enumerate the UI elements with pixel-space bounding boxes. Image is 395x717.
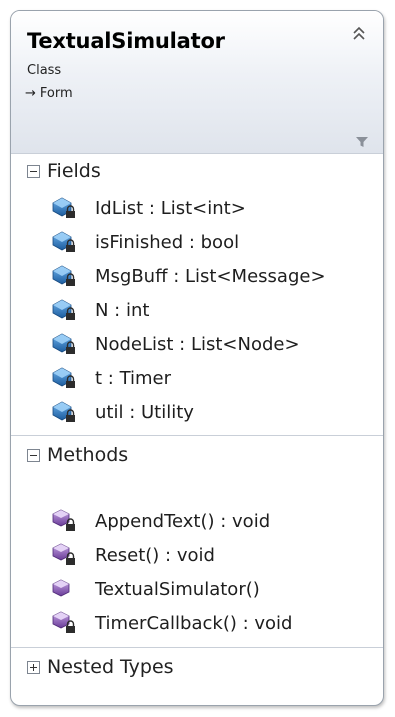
field-label: IdList : List<int> (95, 197, 246, 219)
field-item[interactable]: MsgBuff : List<Message> (51, 260, 326, 292)
field-item[interactable]: util : Utility (51, 396, 194, 428)
class-name: TextualSimulator (27, 29, 225, 53)
private-field-icon (51, 332, 77, 356)
field-item[interactable]: NodeList : List<Node> (51, 328, 300, 360)
nested-types-section-label: Nested Types (47, 656, 174, 678)
public-method-icon (51, 577, 77, 601)
private-method-icon (51, 611, 77, 635)
method-item[interactable]: AppendText() : void (51, 505, 270, 537)
base-type-name: Form (39, 86, 73, 101)
method-item[interactable]: Reset() : void (51, 539, 215, 571)
nested-types-section-header[interactable]: Nested Types (11, 649, 383, 685)
field-label: util : Utility (95, 401, 194, 423)
fields-section-header[interactable]: Fields (11, 153, 383, 189)
method-item[interactable]: TextualSimulator() (51, 573, 260, 605)
method-label: Reset() : void (95, 544, 215, 566)
field-item[interactable]: N : int (51, 294, 149, 326)
class-header[interactable]: TextualSimulator Class → Form (11, 11, 383, 154)
private-method-icon (51, 509, 77, 533)
double-chevron-up-icon[interactable] (351, 25, 367, 43)
field-label: t : Timer (95, 367, 172, 389)
field-label: isFinished : bool (95, 231, 240, 253)
field-label: N : int (95, 299, 150, 321)
field-item[interactable]: t : Timer (51, 362, 171, 394)
method-item[interactable]: TimerCallback() : void (51, 607, 292, 639)
private-field-icon (51, 298, 77, 322)
method-label: AppendText() : void (95, 510, 271, 532)
method-label: TextualSimulator() (95, 578, 260, 600)
private-field-icon (51, 264, 77, 288)
field-item[interactable]: IdList : List<int> (51, 192, 246, 224)
private-field-icon (51, 196, 77, 220)
field-label: MsgBuff : List<Message> (95, 265, 326, 287)
fields-section-label: Fields (47, 160, 101, 182)
field-label: NodeList : List<Node> (95, 333, 300, 355)
private-field-icon (51, 366, 77, 390)
methods-section-label: Methods (47, 444, 129, 466)
field-item[interactable]: isFinished : bool (51, 226, 239, 258)
private-field-icon (51, 230, 77, 254)
section-divider (11, 435, 383, 436)
class-shape[interactable]: TextualSimulator Class → Form Fields IdLi… (10, 10, 384, 706)
collapse-toggle-icon[interactable] (27, 448, 40, 462)
base-type: → Form (25, 86, 73, 101)
expand-toggle-icon[interactable] (27, 660, 40, 674)
private-field-icon (51, 400, 77, 424)
private-method-icon (51, 543, 77, 567)
methods-section-header[interactable]: Methods (11, 437, 383, 473)
inheritance-arrow-icon: → (25, 86, 36, 101)
collapse-toggle-icon[interactable] (27, 164, 40, 178)
filter-icon[interactable] (355, 135, 369, 149)
method-label: TimerCallback() : void (95, 612, 293, 634)
class-stereotype: Class (27, 63, 62, 78)
section-divider (11, 647, 383, 648)
